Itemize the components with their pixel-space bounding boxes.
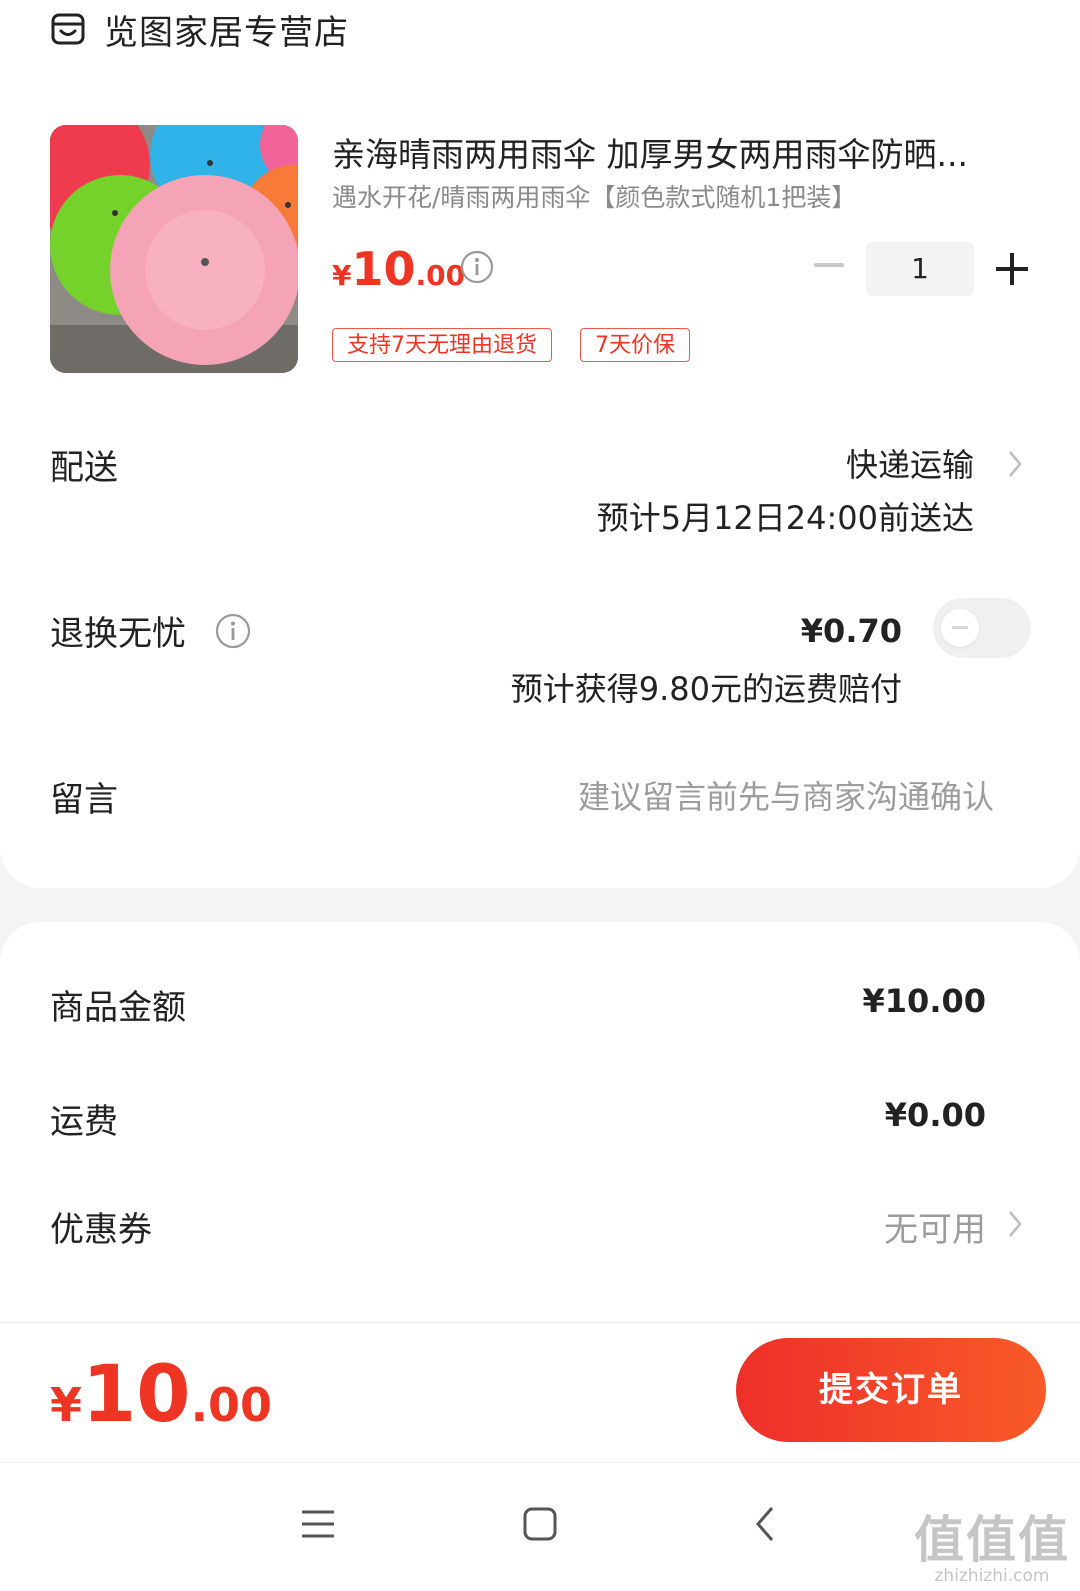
- return-insurance-label: 退换无忧: [50, 614, 186, 654]
- total-currency: ¥: [50, 1378, 83, 1432]
- return-insurance-note: 预计获得9.80元的运费赔付: [510, 670, 902, 708]
- menu-icon[interactable]: [298, 1504, 338, 1544]
- delivery-label: 配送: [50, 448, 118, 488]
- watermark-url: zhizhizhi.com: [934, 1566, 1050, 1586]
- quantity-decrease-button[interactable]: [814, 263, 844, 267]
- price-currency: ¥: [332, 259, 352, 292]
- submit-order-button[interactable]: 提交订单: [736, 1338, 1046, 1442]
- product-price: ¥10.00: [332, 242, 465, 296]
- shipping-value: ¥0.00: [884, 1096, 986, 1134]
- price-integer: 10: [351, 242, 416, 296]
- toggle-knob: [941, 609, 979, 647]
- store-header[interactable]: 览图家居专营店: [50, 6, 349, 53]
- product-title[interactable]: 亲海晴雨两用雨伞 加厚男女两用雨伞防晒...: [332, 128, 1032, 176]
- tag-7day-price-protect: 7天价保: [580, 328, 690, 362]
- store-icon: [51, 13, 85, 45]
- return-insurance-info-icon[interactable]: [214, 612, 252, 650]
- price-decimal: .00: [415, 259, 466, 292]
- delivery-eta: 预计5月12日24:00前送达: [596, 499, 974, 537]
- total-integer: 10: [82, 1350, 191, 1440]
- goods-amount-value: ¥10.00: [862, 982, 986, 1020]
- goods-amount-label: 商品金额: [50, 988, 186, 1028]
- tag-7day-return: 支持7天无理由退货: [332, 328, 552, 362]
- chevron-right-icon[interactable]: [1006, 449, 1024, 479]
- product-variant[interactable]: 遇水开花/晴雨两用雨伞【颜色款式随机1把装】: [332, 178, 856, 214]
- watermark-logo: 值值值 zhizhizhi.com: [914, 1500, 1070, 1586]
- coupon-label: 优惠券: [50, 1210, 152, 1250]
- coupon-chevron-icon[interactable]: [1006, 1209, 1024, 1239]
- return-insurance-price: ¥0.70: [800, 612, 902, 650]
- message-input[interactable]: 建议留言前先与商家沟通确认: [578, 772, 994, 818]
- store-name: 览图家居专营店: [104, 12, 349, 53]
- watermark-text: 值值值: [914, 1511, 1070, 1569]
- total-decimal: .00: [190, 1378, 273, 1432]
- total-price: ¥10.00: [50, 1350, 272, 1440]
- quantity-input[interactable]: 1: [866, 242, 974, 296]
- back-icon[interactable]: [746, 1504, 786, 1544]
- return-insurance-toggle[interactable]: [933, 598, 1031, 658]
- price-info-icon[interactable]: [460, 250, 494, 284]
- message-label: 留言: [50, 780, 118, 820]
- delivery-method[interactable]: 快递运输: [846, 440, 974, 486]
- product-image[interactable]: [50, 125, 298, 373]
- home-icon[interactable]: [520, 1504, 560, 1544]
- coupon-value[interactable]: 无可用: [884, 1202, 986, 1251]
- quantity-increase-button[interactable]: [996, 253, 1028, 285]
- shipping-label: 运费: [50, 1102, 118, 1142]
